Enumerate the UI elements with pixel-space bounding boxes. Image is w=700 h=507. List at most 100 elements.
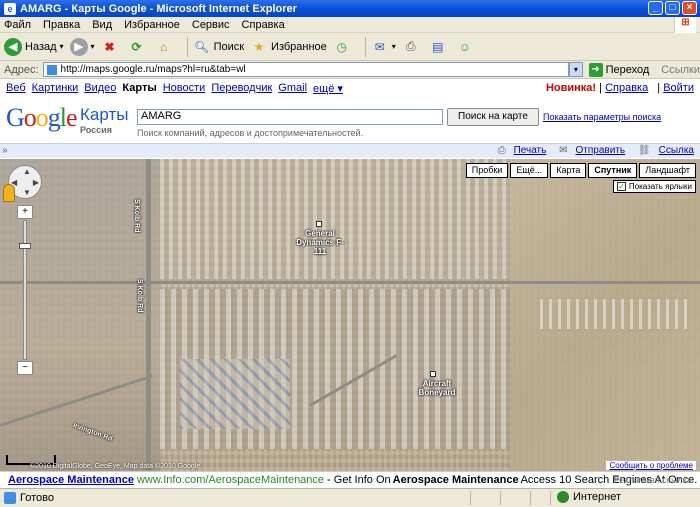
address-input[interactable]: http://maps.google.ru/maps?hl=ru&tab=wl xyxy=(42,62,570,77)
help-link[interactable]: Справка xyxy=(605,82,648,94)
address-bar: Адрес: http://maps.google.ru/maps?hl=ru&… xyxy=(0,61,700,79)
label-general-dynamics: General Dynamics F-111 xyxy=(296,229,344,256)
nav-images[interactable]: Картинки xyxy=(32,82,79,94)
menu-bar: Файл Правка Вид Избранное Сервис Справка… xyxy=(0,17,700,33)
send-link[interactable]: Отправить xyxy=(576,145,626,156)
map-button[interactable]: Карта xyxy=(550,163,587,178)
links-toolbar[interactable]: Ссылки xyxy=(661,64,700,76)
nav-gmail[interactable]: Gmail xyxy=(278,82,307,94)
menu-view[interactable]: Вид xyxy=(92,19,112,31)
ie-app-icon: e xyxy=(4,2,16,15)
actions-strip: » ⎙ Печать ✉ Отправить ⛓ Ссылка xyxy=(0,143,700,158)
road-horizontal-main xyxy=(0,281,700,284)
zoom-out-button[interactable]: − xyxy=(17,361,33,375)
map-marker[interactable] xyxy=(316,221,322,227)
toolbar: ◀ Назад ▾ ▶ ▾ ✖ ⟳ ⌂ 🔍︎ Поиск ★ Избранное… xyxy=(0,33,700,61)
nav-video[interactable]: Видео xyxy=(84,82,116,94)
status-divider xyxy=(550,491,551,505)
checkbox-checked-icon[interactable]: ✓ xyxy=(616,182,626,191)
new-badge: Новинка! xyxy=(545,82,597,94)
label-road-kolb-2: S Kolb Rd xyxy=(136,279,143,313)
messenger-button[interactable]: ☺ xyxy=(456,38,477,56)
search-input[interactable]: AMARG xyxy=(137,109,443,125)
product-name: Карты xyxy=(80,105,129,124)
favorites-button[interactable]: ★ Избранное xyxy=(250,38,327,56)
address-dropdown[interactable]: ▾ xyxy=(569,62,583,77)
google-logo[interactable]: Google xyxy=(6,103,78,133)
print-toolbar-button[interactable]: ⎙ xyxy=(402,38,423,56)
ad-label: Рекламная ссылка xyxy=(613,475,692,485)
printer-icon: ⎙ xyxy=(406,39,416,53)
edit-button[interactable]: ▤ xyxy=(429,38,450,56)
messenger-icon: ☺ xyxy=(458,39,471,54)
stop-button[interactable]: ✖ xyxy=(101,38,122,56)
go-arrow-icon: ➜ xyxy=(588,62,603,77)
aircraft-rows-north xyxy=(160,159,510,279)
action-links: ⎙ Печать ✉ Отправить ⛓ Ссылка xyxy=(488,145,694,156)
chevron-down-icon[interactable]: ▾ xyxy=(60,42,64,51)
traffic-button[interactable]: Пробки xyxy=(465,163,509,178)
nav-more[interactable]: ещё ▾ xyxy=(313,82,343,95)
mail-icon: ✉ xyxy=(559,145,568,156)
terrain-button[interactable]: Ландшафт xyxy=(639,163,696,178)
go-label: Переход xyxy=(605,63,650,76)
menu-help[interactable]: Справка xyxy=(242,19,285,31)
address-url: http://maps.google.ru/maps?hl=ru&tab=wl xyxy=(60,64,246,75)
printer-icon: ⎙ xyxy=(497,145,506,156)
pan-right-icon[interactable]: ▶ xyxy=(33,178,39,187)
history-icon: ◷ xyxy=(336,39,348,54)
zoom-slider-thumb[interactable] xyxy=(19,243,31,249)
menu-favorites[interactable]: Избранное xyxy=(124,19,180,31)
menu-tools[interactable]: Сервис xyxy=(192,19,230,31)
satellite-button[interactable]: Спутник xyxy=(588,163,638,178)
pegman-icon[interactable] xyxy=(3,184,15,202)
minimize-button[interactable]: _ xyxy=(648,1,663,15)
search-button[interactable]: 🔍︎ Поиск xyxy=(193,38,244,56)
menu-file[interactable]: Файл xyxy=(4,19,31,31)
go-button[interactable]: ➜ Переход xyxy=(588,62,650,77)
history-button[interactable]: ◷ xyxy=(333,38,354,56)
windows-logo-icon: ⊞ xyxy=(674,17,696,33)
close-button[interactable]: × xyxy=(682,1,697,15)
home-button[interactable]: ⌂ xyxy=(155,38,176,56)
status-divider xyxy=(470,491,471,505)
ad-title[interactable]: Aerospace Maintenance xyxy=(8,474,134,486)
maximize-button[interactable]: □ xyxy=(665,1,680,15)
back-button[interactable]: ◀ Назад ▾ xyxy=(4,37,64,56)
pan-down-icon[interactable]: ▼ xyxy=(23,188,31,197)
status-divider xyxy=(530,491,531,505)
sign-in-link[interactable]: Войти xyxy=(663,82,694,94)
nav-translate[interactable]: Переводчик xyxy=(211,82,272,94)
map-marker[interactable] xyxy=(430,371,436,377)
label-aircraft-boneyard: Aircraft Boneyard xyxy=(418,379,456,397)
nav-news[interactable]: Новости xyxy=(163,82,206,94)
page-status-icon xyxy=(4,492,16,504)
report-problem-link[interactable]: Сообщить о проблеме xyxy=(606,461,696,470)
pan-up-icon[interactable]: ▲ xyxy=(23,167,31,176)
pan-control[interactable]: ▲ ▼ ◀ ▶ xyxy=(3,165,42,202)
zoom-in-button[interactable]: + xyxy=(17,205,33,219)
aircraft-cluster-blue xyxy=(180,359,290,429)
print-link[interactable]: Печать xyxy=(514,145,547,156)
chevron-down-icon[interactable]: ▾ xyxy=(91,42,95,51)
search-label: Поиск xyxy=(213,40,245,53)
collapse-panel-icon[interactable]: » xyxy=(2,145,8,156)
forward-button[interactable]: ▶ ▾ xyxy=(69,37,95,56)
search-map-button[interactable]: Поиск на карте xyxy=(447,108,539,126)
show-labels-toggle[interactable]: ✓ Показать ярлыки xyxy=(612,180,696,193)
map-type-controls: Пробки Ещё... Карта Спутник Ландшафт xyxy=(465,163,696,178)
zoom-slider[interactable] xyxy=(19,220,31,360)
menu-edit[interactable]: Правка xyxy=(43,19,80,31)
globe-icon xyxy=(557,491,569,503)
ad-url[interactable]: www.Info.com/AerospaceMaintenance xyxy=(137,474,324,486)
chevron-down-icon[interactable]: ▾ xyxy=(392,42,396,51)
google-top-nav: Веб Картинки Видео Карты Новости Перевод… xyxy=(0,79,700,97)
search-options-link[interactable]: Показать параметры поиска xyxy=(543,112,661,122)
link-link[interactable]: Ссылка xyxy=(659,145,694,156)
mail-button[interactable]: ✉ ▾ xyxy=(371,38,396,56)
satellite-map[interactable]: General Dynamics F-111 Aircraft Boneyard… xyxy=(0,159,700,471)
more-button[interactable]: Ещё... xyxy=(510,163,549,178)
title-bar: e AMARG - Карты Google - Microsoft Inter… xyxy=(0,0,700,17)
nav-web[interactable]: Веб xyxy=(6,82,26,94)
refresh-button[interactable]: ⟳ xyxy=(128,38,149,56)
